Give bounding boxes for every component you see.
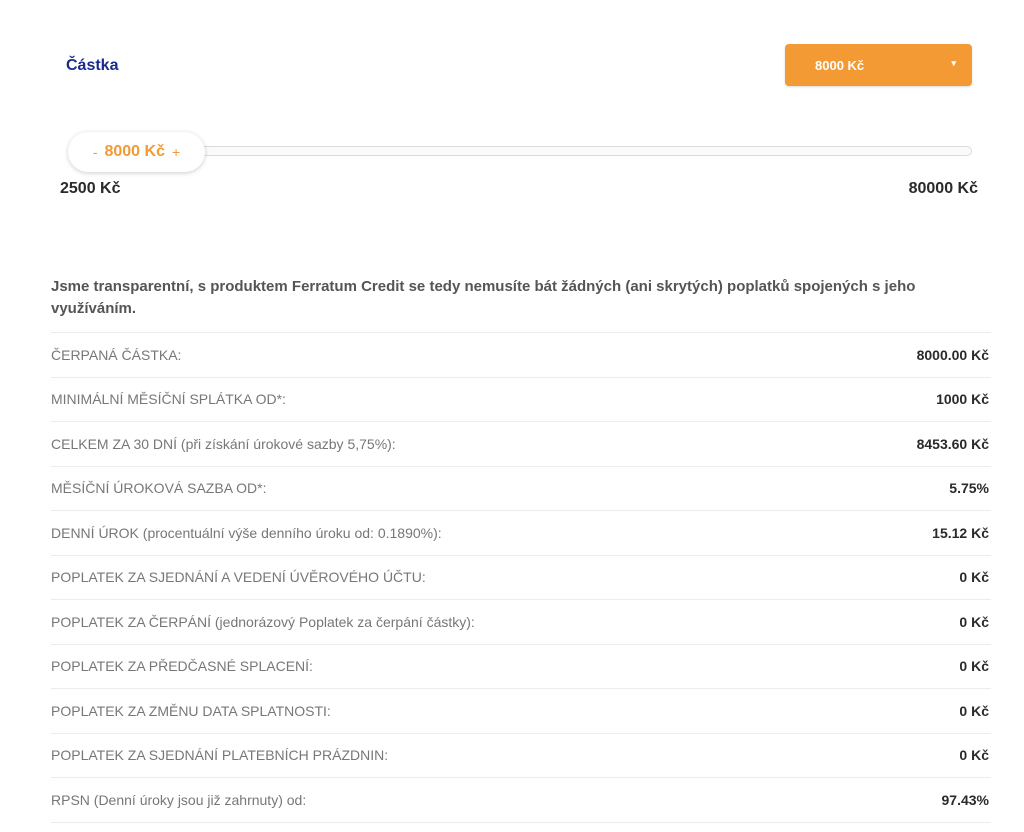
decrease-button[interactable]: - [93, 144, 98, 160]
fee-label: POPLATEK ZA ZMĚNU DATA SPLATNOSTI: [51, 702, 331, 719]
fee-label: MINIMÁLNÍ MĚSÍČNÍ SPLÁTKA OD*: [51, 391, 286, 408]
fee-value: 97.43% [941, 791, 989, 808]
fee-row: DENNÍ ÚROK (procentuální výše denního úr… [51, 510, 991, 555]
fee-label: RPSN (Denní úroky jsou již zahrnuty) od: [51, 791, 307, 808]
fee-row: POPLATEK ZA ZMĚNU DATA SPLATNOSTI: 0 Kč [51, 688, 991, 733]
fee-value: 8453.60 Kč [916, 435, 989, 452]
amount-slider-track[interactable] [178, 146, 972, 156]
amount-slider-handle[interactable]: - 8000 Kč + [68, 132, 205, 172]
fee-table: ČERPANÁ ČÁSTKA: 8000.00 Kč MINIMÁLNÍ MĚS… [51, 332, 991, 823]
fee-value: 0 Kč [959, 747, 989, 764]
slider-min-label: 2500 Kč [60, 180, 121, 197]
fee-label: CELKEM ZA 30 DNÍ (při získání úrokové sa… [51, 435, 396, 452]
fee-row: POPLATEK ZA SJEDNÁNÍ PLATEBNÍCH PRÁZDNIN… [51, 732, 991, 778]
fee-value: 15.12 Kč [932, 524, 989, 541]
fee-row: RPSN (Denní úroky jsou již zahrnuty) od:… [51, 777, 991, 823]
fee-value: 8000.00 Kč [916, 346, 989, 363]
fee-label: ČERPANÁ ČÁSTKA: [51, 346, 182, 363]
fee-value: 0 Kč [959, 702, 989, 719]
fee-row: CELKEM ZA 30 DNÍ (při získání úrokové sa… [51, 421, 991, 466]
transparency-notice: Jsme transparentní, s produktem Ferratum… [51, 278, 916, 317]
fee-label: POPLATEK ZA ČERPÁNÍ (jednorázový Poplate… [51, 613, 475, 630]
fee-value: 5.75% [949, 480, 989, 497]
amount-label: Částka [66, 57, 119, 74]
fee-row: POPLATEK ZA ČERPÁNÍ (jednorázový Poplate… [51, 599, 991, 644]
slider-max-label: 80000 Kč [908, 180, 978, 197]
fee-label: POPLATEK ZA SJEDNÁNÍ A VEDENÍ ÚVĚROVÉHO … [51, 569, 426, 586]
fee-row: MĚSÍČNÍ ÚROKOVÁ SAZBA OD*: 5.75% [51, 465, 991, 511]
fee-value: 1000 Kč [936, 391, 989, 408]
fee-label: POPLATEK ZA PŘEDČASNÉ SPLACENÍ: [51, 658, 313, 675]
amount-select-value: 8000 Kč [815, 57, 865, 73]
fee-row: MINIMÁLNÍ MĚSÍČNÍ SPLÁTKA OD*: 1000 Kč [51, 376, 991, 422]
slider-value: 8000 Kč [104, 143, 165, 160]
fee-row: ČERPANÁ ČÁSTKA: 8000.00 Kč [51, 332, 991, 377]
increase-button[interactable]: + [172, 144, 180, 160]
fee-value: 0 Kč [959, 658, 989, 675]
chevron-down-icon: ▾ [951, 58, 956, 68]
fee-label: DENNÍ ÚROK (procentuální výše denního úr… [51, 524, 442, 541]
fee-label: POPLATEK ZA SJEDNÁNÍ PLATEBNÍCH PRÁZDNIN… [51, 747, 389, 764]
fee-label: MĚSÍČNÍ ÚROKOVÁ SAZBA OD*: [51, 480, 267, 497]
fee-row: POPLATEK ZA PŘEDČASNÉ SPLACENÍ: 0 Kč [51, 643, 991, 689]
fee-value: 0 Kč [959, 569, 989, 586]
amount-select[interactable]: 8000 Kč ▾ [785, 44, 972, 86]
fee-row: POPLATEK ZA SJEDNÁNÍ A VEDENÍ ÚVĚROVÉHO … [51, 554, 991, 600]
fee-value: 0 Kč [959, 613, 989, 630]
